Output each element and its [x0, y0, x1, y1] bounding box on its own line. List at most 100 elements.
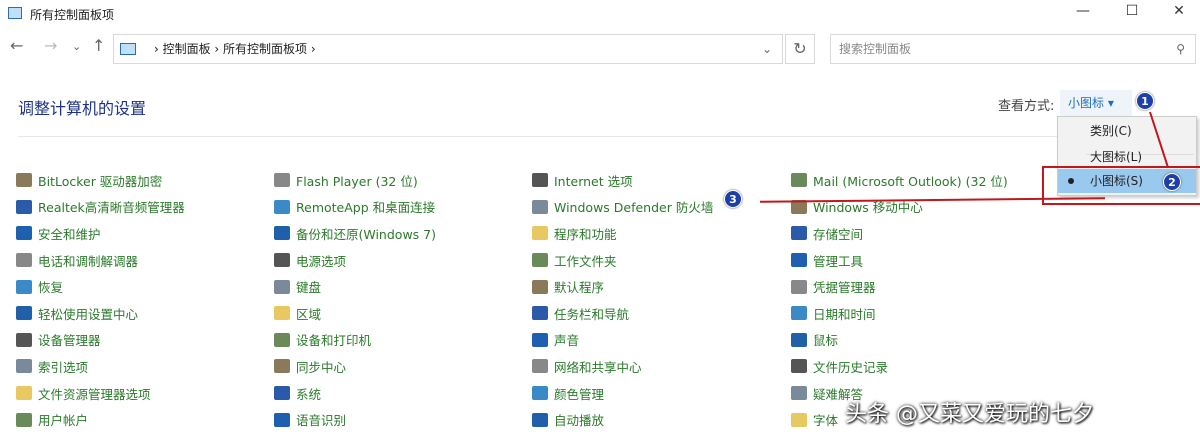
up-button[interactable]: ↑ — [92, 36, 105, 55]
control-panel-column: Flash Player (32 位) RemoteApp 和桌面连接备份和还原(… — [274, 167, 436, 433]
item-label: 声音 — [554, 333, 580, 349]
item-label: 工作文件夹 — [554, 253, 617, 269]
maximize-button[interactable]: ☐ — [1117, 3, 1147, 23]
control-panel-item[interactable]: 系统 — [274, 380, 436, 407]
divider — [18, 136, 1058, 137]
item-icon — [791, 306, 807, 321]
control-panel-item[interactable]: Flash Player (32 位) — [274, 167, 436, 194]
control-panel-item[interactable]: Mail (Microsoft Outlook) (32 位) — [791, 167, 1008, 194]
control-panel-item[interactable]: 管理工具 — [791, 247, 1008, 274]
item-icon — [791, 332, 807, 347]
item-label: 存储空间 — [813, 226, 864, 242]
control-panel-item[interactable]: 设备和打印机 — [274, 327, 436, 354]
item-icon — [274, 359, 290, 374]
control-panel-item[interactable]: Windows Defender 防火墙 — [532, 194, 713, 221]
control-panel-item[interactable]: Realtek高清晰音频管理器 — [16, 194, 185, 221]
annotation-box-top — [1042, 166, 1200, 168]
control-panel-item[interactable]: 凭据管理器 — [791, 273, 1008, 300]
search-icon: ⚲ — [1176, 42, 1185, 56]
control-panel-item[interactable]: 文件资源管理器选项 — [16, 380, 185, 407]
item-label: Flash Player (32 位) — [296, 173, 418, 189]
control-panel-item[interactable]: 设备管理器 — [16, 327, 185, 354]
item-label: 颜色管理 — [554, 386, 605, 402]
address-dropdown[interactable]: ⌄ — [762, 35, 772, 63]
control-panel-item[interactable]: 日期和时间 — [791, 300, 1008, 327]
control-panel-item[interactable]: 程序和功能 — [532, 220, 713, 247]
watermark: 头条 @又菜又爱玩的七夕 — [845, 402, 1094, 427]
control-panel-item[interactable]: 任务栏和导航 — [532, 300, 713, 327]
item-label: 程序和功能 — [554, 226, 617, 242]
control-panel-item[interactable]: 默认程序 — [532, 273, 713, 300]
control-panel-item[interactable]: 网络和共享中心 — [532, 353, 713, 380]
item-label: 设备管理器 — [38, 333, 101, 349]
item-icon — [16, 306, 32, 321]
control-panel-item[interactable]: 键盘 — [274, 273, 436, 300]
item-icon — [16, 199, 32, 214]
item-label: RemoteApp 和桌面连接 — [296, 200, 436, 216]
item-icon — [532, 279, 548, 294]
item-label: 鼠标 — [813, 333, 839, 349]
control-panel-item[interactable]: 恢复 — [16, 273, 185, 300]
control-panel-item[interactable]: 索引选项 — [16, 353, 185, 380]
item-label: Windows Defender 防火墙 — [554, 200, 714, 216]
item-icon — [791, 253, 807, 268]
item-icon — [791, 173, 807, 188]
control-panel-item[interactable]: Internet 选项 — [532, 167, 713, 194]
item-icon — [274, 226, 290, 241]
control-panel-item[interactable]: 文件历史记录 — [791, 353, 1008, 380]
item-icon — [16, 173, 32, 188]
back-button[interactable]: ← — [10, 36, 23, 55]
item-icon — [16, 332, 32, 347]
recent-dropdown[interactable]: ⌄ — [72, 40, 81, 53]
item-icon — [16, 279, 32, 294]
item-icon — [532, 226, 548, 241]
item-icon — [532, 199, 548, 214]
annotation-badge-1: 1 — [1136, 92, 1154, 110]
control-panel-item[interactable]: 声音 — [532, 327, 713, 354]
item-label: 索引选项 — [38, 359, 89, 375]
title-bar: 所有控制面板项 — ☐ ✕ — [0, 0, 1200, 28]
control-panel-item[interactable]: 鼠标 — [791, 327, 1008, 354]
refresh-button[interactable]: ↻ — [785, 34, 815, 64]
item-label: 自动播放 — [554, 413, 605, 429]
item-label: 字体 — [813, 413, 839, 429]
control-panel-item[interactable]: 电话和调制解调器 — [16, 247, 185, 274]
item-label: 电源选项 — [296, 253, 347, 269]
menu-item-category[interactable]: 类别(C) — [1058, 119, 1196, 143]
control-panel-item[interactable]: 颜色管理 — [532, 380, 713, 407]
control-panel-item[interactable]: 安全和维护 — [16, 220, 185, 247]
control-panel-item[interactable]: 同步中心 — [274, 353, 436, 380]
item-label: 管理工具 — [813, 253, 864, 269]
control-panel-item[interactable]: 轻松使用设置中心 — [16, 300, 185, 327]
search-input[interactable]: 搜索控制面板 ⚲ — [830, 34, 1196, 64]
item-label: 电话和调制解调器 — [38, 253, 139, 269]
item-icon — [274, 279, 290, 294]
selected-dot-icon — [1068, 178, 1074, 184]
page-title: 调整计算机的设置 — [18, 99, 147, 118]
close-button[interactable]: ✕ — [1164, 3, 1194, 23]
item-icon — [532, 306, 548, 321]
control-panel-item[interactable]: 自动播放 — [532, 406, 713, 433]
item-label: Mail (Microsoft Outlook) (32 位) — [813, 173, 1008, 189]
item-label: 日期和时间 — [813, 306, 876, 322]
annotation-box-bottom — [1042, 203, 1200, 205]
item-label: BitLocker 驱动器加密 — [38, 173, 163, 189]
item-icon — [274, 386, 290, 401]
control-panel-item[interactable]: 区域 — [274, 300, 436, 327]
control-panel-item[interactable]: 工作文件夹 — [532, 247, 713, 274]
item-label: 语音识别 — [296, 413, 347, 429]
forward-button[interactable]: → — [44, 36, 57, 55]
item-label: 网络和共享中心 — [554, 359, 642, 375]
control-panel-item[interactable]: 语音识别 — [274, 406, 436, 433]
control-panel-item[interactable]: RemoteApp 和桌面连接 — [274, 194, 436, 221]
control-panel-item[interactable]: BitLocker 驱动器加密 — [16, 167, 185, 194]
item-icon — [791, 412, 807, 427]
control-panel-item[interactable]: 备份和还原(Windows 7) — [274, 220, 436, 247]
control-panel-item[interactable]: 电源选项 — [274, 247, 436, 274]
view-by-dropdown[interactable]: 小图标 ▾ — [1060, 90, 1132, 116]
control-panel-item[interactable]: 用户帐户 — [16, 406, 185, 433]
address-bar[interactable]: › 控制面板 › 所有控制面板项 › ⌄ — [113, 34, 783, 64]
control-panel-item[interactable]: 存储空间 — [791, 220, 1008, 247]
item-icon — [532, 359, 548, 374]
minimize-button[interactable]: — — [1068, 3, 1098, 23]
